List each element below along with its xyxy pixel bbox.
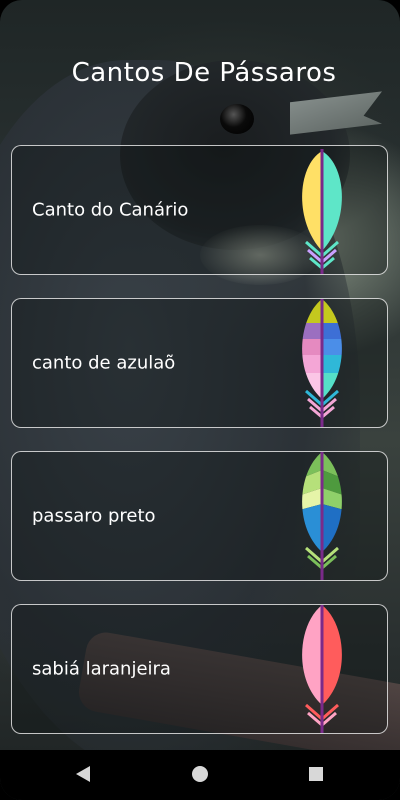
back-triangle-icon[interactable] bbox=[74, 764, 92, 784]
home-circle-icon[interactable] bbox=[191, 764, 209, 784]
app-screen: Cantos De Pássaros Canto do Canário cant… bbox=[0, 0, 400, 800]
page-title: Cantos De Pássaros bbox=[71, 58, 337, 88]
feather-pink-red-icon bbox=[302, 605, 342, 733]
bird-song-card-passaro-preto[interactable]: passaro preto bbox=[11, 451, 388, 581]
card-label: canto de azulaõ bbox=[32, 352, 176, 374]
bird-song-card-sabia[interactable]: sabiá laranjeira bbox=[11, 604, 388, 734]
bird-song-card-azulao[interactable]: canto de azulaõ bbox=[11, 298, 388, 428]
background-bird-eye bbox=[220, 104, 254, 134]
feather-yellow-teal-icon bbox=[302, 149, 342, 274]
bird-song-card-canario[interactable]: Canto do Canário bbox=[11, 145, 388, 275]
card-label: Canto do Canário bbox=[32, 199, 189, 221]
feather-rainbow-icon bbox=[302, 299, 342, 427]
system-navigation-bar bbox=[0, 750, 400, 800]
card-label: sabiá laranjeira bbox=[32, 658, 171, 680]
recents-square-icon[interactable] bbox=[307, 764, 325, 784]
feather-green-blue-icon bbox=[302, 452, 342, 580]
card-label: passaro preto bbox=[32, 505, 156, 527]
